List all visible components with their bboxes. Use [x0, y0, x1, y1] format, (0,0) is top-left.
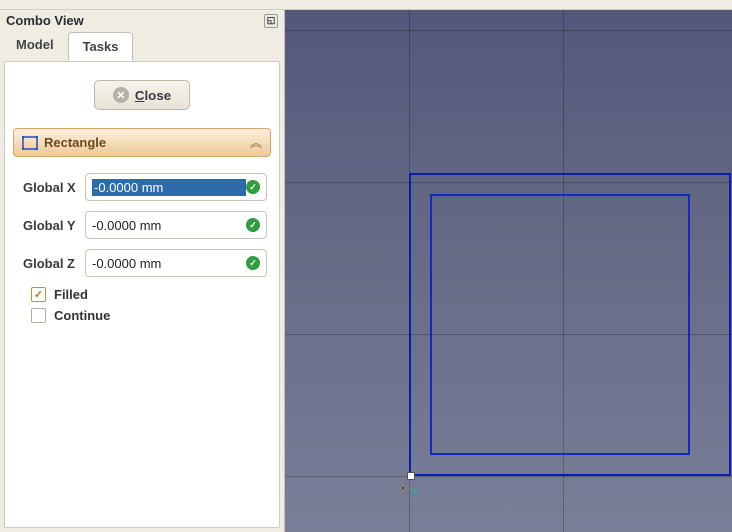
tasks-pane: ✕ Close Rectangle	[4, 61, 280, 528]
3d-viewport[interactable]: ⌖	[285, 10, 732, 532]
row-continue: Continue	[23, 308, 267, 323]
combo-view-panel: Combo View ◱ Model Tasks ✕ Close	[0, 10, 285, 532]
rectangle-icon	[22, 136, 38, 150]
label-continue: Continue	[54, 308, 110, 323]
input-global-x[interactable]: -0.0000 mm ✓	[85, 173, 267, 201]
close-button[interactable]: ✕ Close	[94, 80, 190, 110]
close-row: ✕ Close	[13, 80, 271, 110]
value-global-x[interactable]: -0.0000 mm	[92, 179, 246, 196]
label-global-x: Global X	[23, 180, 85, 195]
rectangle-form: Global X -0.0000 mm ✓ Global Y -0.0000 m…	[13, 157, 271, 337]
tab-tasks[interactable]: Tasks	[68, 32, 134, 61]
rectangle-section-header[interactable]: Rectangle ︽	[13, 128, 271, 157]
close-label: Close	[135, 88, 171, 103]
row-global-y: Global Y -0.0000 mm ✓	[23, 211, 267, 239]
valid-icon: ✓	[246, 218, 260, 232]
chevron-up-icon[interactable]: ︽	[250, 134, 262, 151]
label-filled: Filled	[54, 287, 88, 302]
drawn-rectangle-inner	[430, 194, 690, 455]
label-global-y: Global Y	[23, 218, 85, 233]
tab-model[interactable]: Model	[2, 31, 68, 60]
panel-header: Combo View ◱	[0, 10, 284, 31]
section-title: Rectangle	[44, 135, 106, 150]
checkbox-continue[interactable]	[31, 308, 46, 323]
value-global-y[interactable]: -0.0000 mm	[92, 218, 246, 233]
row-global-z: Global Z -0.0000 mm ✓	[23, 249, 267, 277]
panel-title: Combo View	[6, 13, 84, 28]
valid-icon: ✓	[246, 180, 260, 194]
panel-popout-icon[interactable]: ◱	[264, 14, 278, 28]
label-global-z: Global Z	[23, 256, 85, 271]
close-icon: ✕	[113, 87, 129, 103]
tab-bar: Model Tasks	[0, 31, 284, 61]
row-filled: Filled	[23, 287, 267, 302]
value-global-z[interactable]: -0.0000 mm	[92, 256, 246, 271]
row-global-x: Global X -0.0000 mm ✓	[23, 173, 267, 201]
top-toolbar	[0, 0, 732, 10]
snap-handle	[407, 472, 415, 480]
crosshair-cursor	[393, 478, 413, 498]
snap-indicator-icon: ⌖	[411, 483, 419, 500]
input-global-y[interactable]: -0.0000 mm ✓	[85, 211, 267, 239]
main-area: Combo View ◱ Model Tasks ✕ Close	[0, 10, 732, 532]
checkbox-filled[interactable]	[31, 287, 46, 302]
input-global-z[interactable]: -0.0000 mm ✓	[85, 249, 267, 277]
valid-icon: ✓	[246, 256, 260, 270]
